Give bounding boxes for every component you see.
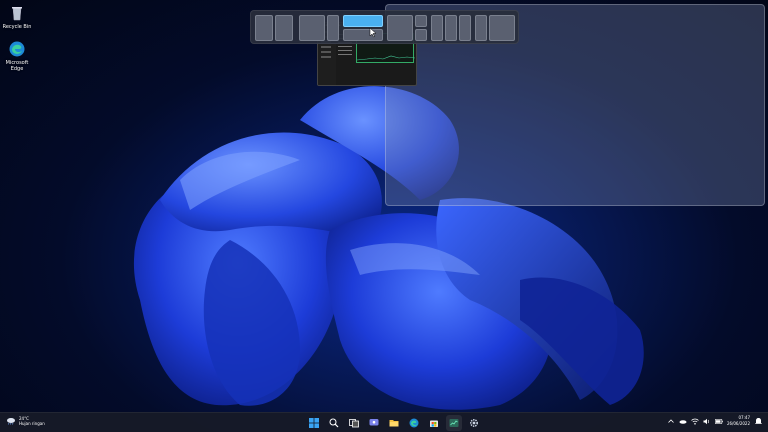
clock-date: 26/06/2022 [726,421,750,426]
notification-bell-icon[interactable] [754,417,762,425]
weather-condition: Hujan ringan [19,421,45,426]
edge-icon [409,418,419,428]
task-view-icon [349,419,359,428]
file-explorer-button[interactable] [386,415,402,431]
onedrive-cloud-icon[interactable] [679,417,687,425]
snap-zone[interactable] [431,15,443,41]
snap-layout-5 [431,15,471,41]
task-manager-icon [449,419,459,427]
snap-layout-2 [299,15,339,41]
snap-zone[interactable] [415,15,427,27]
snap-zone[interactable] [415,29,427,41]
cloud-rain-icon [7,418,15,425]
task-manager-button[interactable] [446,415,462,431]
taskbar-apps [306,415,482,431]
desktop-icon-microsoft-edge[interactable]: Microsoft Edge [0,40,34,72]
store-button[interactable] [426,415,442,431]
system-tray: 07:47 26/06/2022 [667,415,762,427]
snap-zone-active[interactable] [343,15,383,27]
snap-zone[interactable] [445,15,457,41]
chat-icon [369,419,379,426]
store-icon [430,420,438,427]
desktop-icon-recycle-bin[interactable]: Recycle Bin [0,4,34,30]
snap-layouts-flyout [250,10,519,44]
volume-icon[interactable] [703,417,711,425]
wifi-icon[interactable] [691,417,699,425]
desktop-icon-label: Microsoft Edge [5,60,29,72]
search-icon [329,418,339,428]
snap-layout-1 [255,15,293,41]
edge-icon [8,40,26,58]
windows-start-icon [309,418,319,428]
snap-layout-6 [475,15,515,41]
start-button[interactable] [306,415,322,431]
mouse-cursor-icon [369,23,377,38]
snap-zone[interactable] [343,29,383,41]
chevron-up-icon[interactable] [667,417,675,425]
snap-zone[interactable] [275,15,293,41]
task-view-button[interactable] [346,415,362,431]
settings-button[interactable] [466,415,482,431]
file-explorer-icon [389,420,399,427]
edge-taskbar-button[interactable] [406,415,422,431]
desktop-icon-label: Recycle Bin [2,24,32,30]
taskbar-clock[interactable]: 07:47 26/06/2022 [727,415,750,427]
snap-zone[interactable] [475,15,487,41]
snap-zone[interactable] [327,15,339,41]
snap-zone[interactable] [459,15,471,41]
settings-icon [469,418,479,428]
snap-layout-3 [343,15,383,41]
search-button[interactable] [326,415,342,431]
snap-zone[interactable] [387,15,413,41]
taskbar: 24°C Hujan ringan 07:47 26/06/2022 [0,412,768,432]
weather-widget[interactable]: 24°C Hujan ringan [6,416,45,426]
recycle-bin-icon [8,4,26,22]
battery-icon[interactable] [714,417,723,425]
snap-zone[interactable] [299,15,325,41]
snap-zone[interactable] [255,15,273,41]
chat-button[interactable] [366,415,382,431]
snap-zone[interactable] [489,15,515,41]
snap-layout-4 [387,15,427,41]
